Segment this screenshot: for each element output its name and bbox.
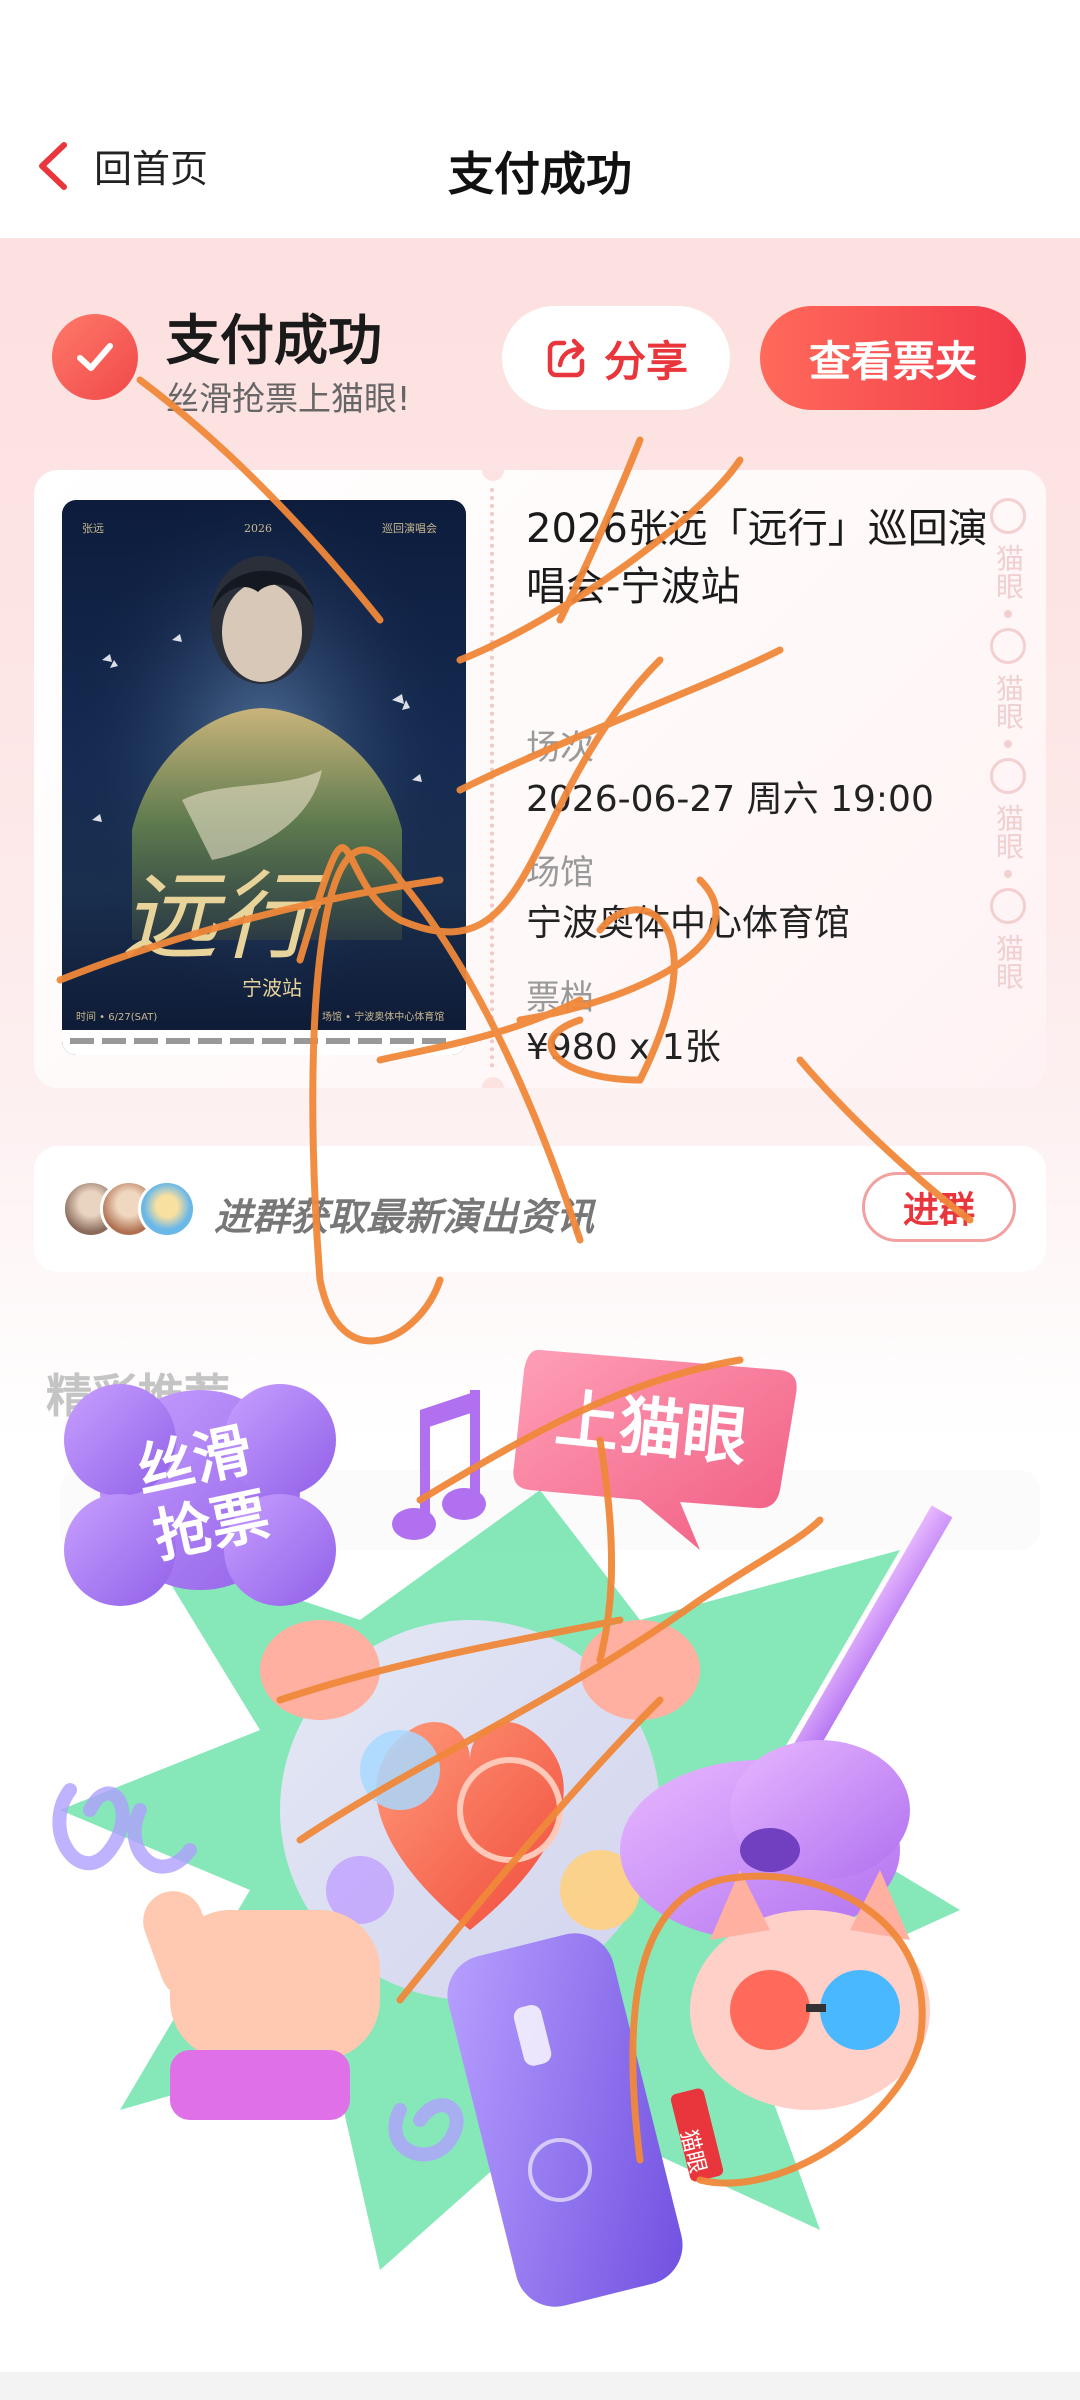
poster-artist: 张远 (82, 522, 104, 535)
poster-artwork: 张远 2026 巡回演唱会 远行 宁波站 时间 • 6/27(SAT) 场馆 •… (62, 500, 466, 1055)
event-poster[interactable]: 张远 2026 巡回演唱会 远行 宁波站 时间 • 6/27(SAT) 场馆 •… (62, 500, 466, 1055)
tier-label: 票档 (526, 978, 594, 1018)
poster-time-line: 时间 • 6/27(SAT) (76, 1010, 157, 1023)
cat-logo-icon (990, 498, 1026, 534)
ticket-perforation (490, 488, 494, 1068)
group-avatars (62, 1180, 202, 1238)
group-invite-text: 进群获取最新演出资讯 (214, 1195, 595, 1239)
avatar (138, 1180, 196, 1238)
maoyan-watermark: 猫眼 猫眼 猫眼 猫眼 (986, 498, 1030, 1058)
promo-illustration[interactable]: 丝滑 抢票 上猫眼 猫眼 (0, 1290, 1080, 2360)
success-subtitle: 丝滑抢票上猫眼! (166, 379, 411, 418)
watermark-dot (1004, 610, 1012, 618)
ticket-notch-top (482, 470, 504, 481)
view-tickets-label: 查看票夹 (808, 336, 977, 386)
share-icon (547, 338, 585, 378)
share-label: 分享 (603, 336, 688, 386)
join-group-label: 进群 (902, 1190, 975, 1231)
poster-tour: 巡回演唱会 (382, 521, 437, 535)
poster-calligraphy: 远行 (122, 861, 326, 973)
join-group-card[interactable]: 进群获取最新演出资讯 进群 (34, 1146, 1046, 1272)
poster-venue-line: 场馆 • 宁波奥体中心体育馆 (322, 1010, 444, 1023)
nav-bar: 回首页 支付成功 (0, 0, 1080, 238)
cat-logo-icon (990, 888, 1026, 924)
join-group-button[interactable]: 进群 (862, 1172, 1016, 1242)
tier-value: ¥980 x 1张 (526, 1027, 721, 1068)
cat-logo-icon (990, 628, 1026, 664)
watermark-text: 猫眼 (992, 804, 1025, 860)
poster-city: 宁波站 (242, 976, 302, 1000)
promo-artwork: 丝滑 抢票 上猫眼 猫眼 (52, 1349, 960, 2307)
session-value: 2026-06-27 周六 19:00 (526, 779, 934, 820)
ticket-notch-bottom (482, 1077, 504, 1088)
success-check-icon (52, 314, 138, 400)
bottom-safe-area (0, 2372, 1080, 2400)
watermark-text: 猫眼 (992, 934, 1025, 990)
watermark-text: 猫眼 (992, 674, 1025, 730)
success-title: 支付成功 (166, 309, 382, 372)
venue-value: 宁波奥体中心体育馆 (526, 903, 851, 944)
venue-label: 场馆 (526, 853, 594, 893)
watermark-dot (1004, 740, 1012, 748)
view-tickets-button[interactable]: 查看票夹 (760, 306, 1026, 410)
watermark-dot (1004, 870, 1012, 878)
poster-year: 2026 (244, 522, 272, 535)
payment-success-page: 回首页 支付成功 支付成功 丝滑抢票上猫眼! 分享 查看票夹 张远 2026 巡… (0, 0, 1080, 2400)
watermark-text: 猫眼 (992, 544, 1025, 600)
share-button[interactable]: 分享 (502, 306, 730, 410)
ticket-card[interactable]: 张远 2026 巡回演唱会 远行 宁波站 时间 • 6/27(SAT) 场馆 •… (34, 470, 1046, 1088)
session-label: 场次 (526, 728, 594, 768)
page-title: 支付成功 (448, 147, 632, 201)
event-title: 2026张远「远行」巡回演唱会-宁波站 (526, 506, 988, 610)
cat-logo-icon (990, 758, 1026, 794)
